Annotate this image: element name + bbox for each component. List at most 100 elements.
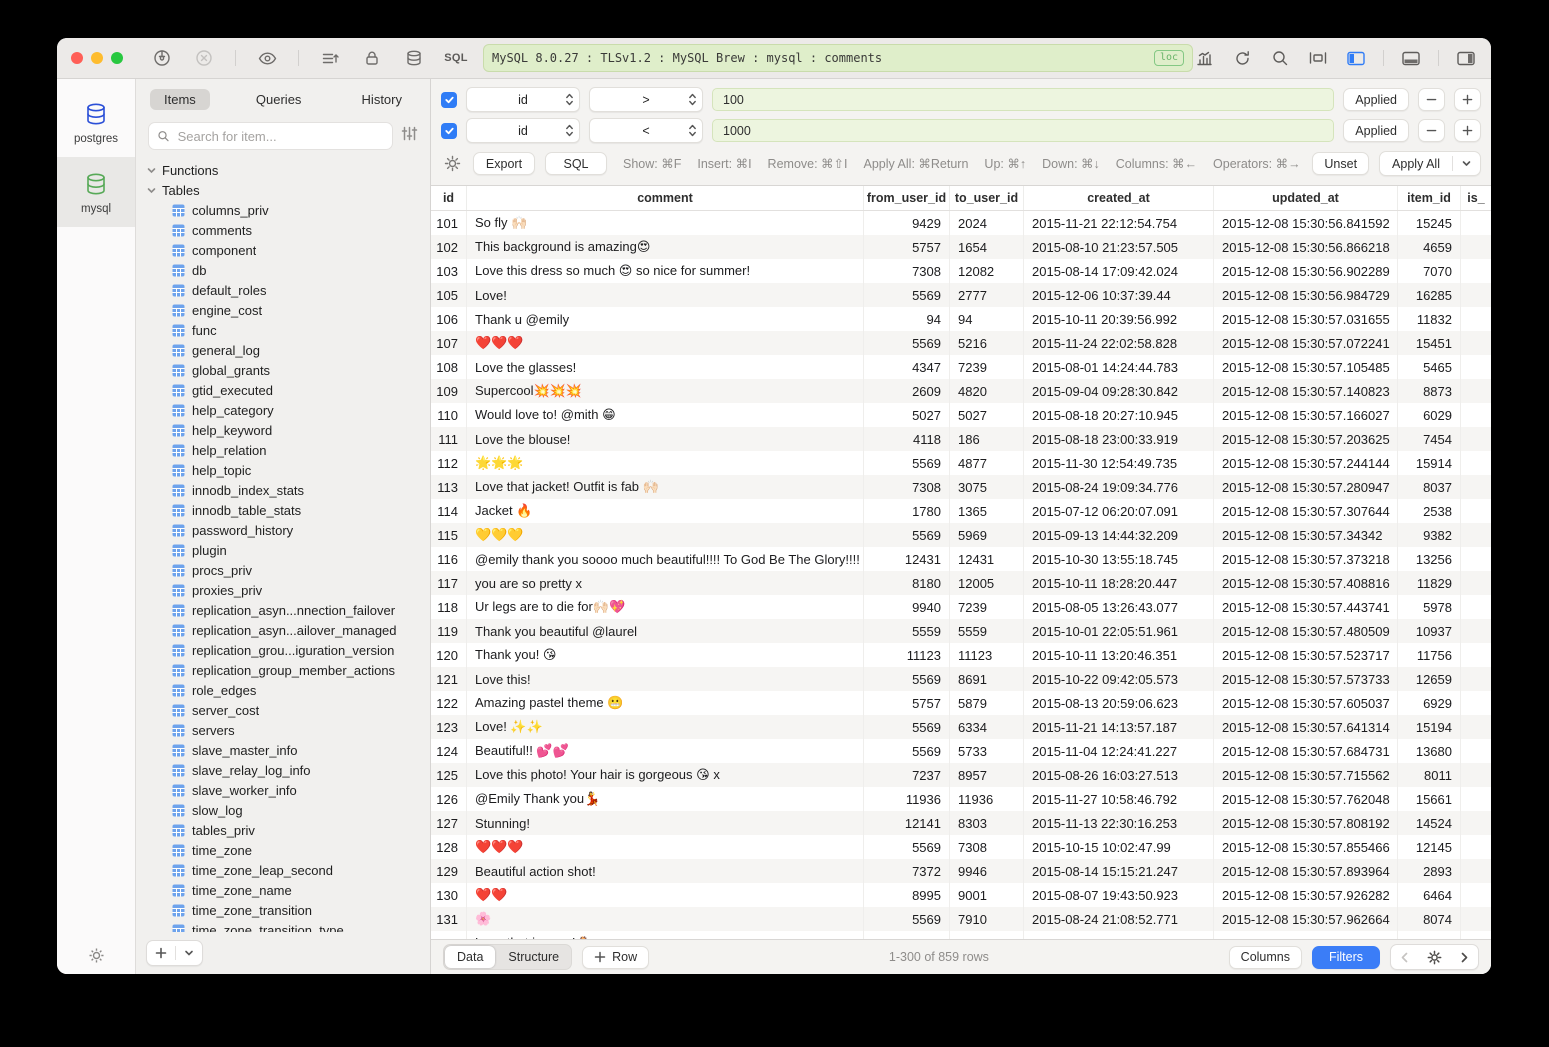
cell-updated_at[interactable]: 2015-12-08 15:30:56.841592 — [1214, 211, 1398, 235]
settings-gear-icon[interactable] — [57, 947, 135, 964]
table-row[interactable]: 108Love the glasses!434772392015-08-01 1… — [431, 355, 1491, 379]
cell-created_at[interactable]: 2015-08-24 19:09:34.776 — [1024, 475, 1214, 499]
table-row[interactable]: 131🌸556979102015-08-24 21:08:52.7712015-… — [431, 907, 1491, 931]
sidebar-table-tables_priv[interactable]: tables_priv — [146, 820, 430, 840]
sidebar-table-replication_asyn...ailover_managed[interactable]: replication_asyn...ailover_managed — [146, 620, 430, 640]
cell-comment[interactable]: So fly 🙌🏻 — [467, 211, 864, 235]
filters-button[interactable]: Filters — [1312, 946, 1380, 969]
cell-updated_at[interactable]: 2015-12-08 15:30:57.641314 — [1214, 715, 1398, 739]
cell-id[interactable]: 117 — [431, 571, 467, 595]
cell-from_user_id[interactable]: 5027 — [864, 403, 950, 427]
table-row[interactable]: 132Love that jumper! 🐎899541182015-10-24… — [431, 931, 1491, 939]
cell-item_id[interactable]: 5465 — [1398, 355, 1461, 379]
sidebar-table-replication_grou...iguration_version[interactable]: replication_grou...iguration_version — [146, 640, 430, 660]
table-row[interactable]: 113Love that jacket! Outfit is fab 🙌🏻730… — [431, 475, 1491, 499]
lock-icon[interactable] — [361, 47, 383, 69]
cell-to_user_id[interactable]: 5879 — [950, 691, 1024, 715]
page-settings-gear-icon[interactable] — [1418, 945, 1451, 969]
cell-id[interactable]: 113 — [431, 475, 467, 499]
cell-id[interactable]: 103 — [431, 259, 467, 283]
cell-id[interactable]: 130 — [431, 883, 467, 907]
sidebar-table-time_zone_transition_type[interactable]: time_zone_transition_type — [146, 920, 430, 932]
sidebar-table-comments[interactable]: comments — [146, 220, 430, 240]
cell-updated_at[interactable]: 2015-12-08 15:30:57.523717 — [1214, 643, 1398, 667]
cell-id[interactable]: 114 — [431, 499, 467, 523]
cell-created_at[interactable]: 2015-10-11 20:39:56.992 — [1024, 307, 1214, 331]
cell-from_user_id[interactable]: 5569 — [864, 667, 950, 691]
cell-comment[interactable]: @Emily Thank you💃 — [467, 787, 864, 811]
cell-to_user_id[interactable]: 2777 — [950, 283, 1024, 307]
cell-to_user_id[interactable]: 7239 — [950, 595, 1024, 619]
cell-from_user_id[interactable]: 5569 — [864, 739, 950, 763]
cell-updated_at[interactable]: 2015-12-08 15:30:57.34342 — [1214, 523, 1398, 547]
cell-created_at[interactable]: 2015-08-05 13:26:43.077 — [1024, 595, 1214, 619]
cell-is_[interactable] — [1461, 307, 1491, 331]
filter-sliders-icon[interactable] — [401, 126, 418, 146]
cell-to_user_id[interactable]: 5733 — [950, 739, 1024, 763]
sidebar-table-general_log[interactable]: general_log — [146, 340, 430, 360]
cell-is_[interactable] — [1461, 859, 1491, 883]
cell-from_user_id[interactable]: 11123 — [864, 643, 950, 667]
cell-is_[interactable] — [1461, 883, 1491, 907]
cell-id[interactable]: 121 — [431, 667, 467, 691]
cell-from_user_id[interactable]: 5757 — [864, 235, 950, 259]
table-row[interactable]: 116@emily thank you soooo much beautiful… — [431, 547, 1491, 571]
cell-updated_at[interactable]: 2015-12-08 15:30:56.866218 — [1214, 235, 1398, 259]
cell-to_user_id[interactable]: 8957 — [950, 763, 1024, 787]
close-button[interactable] — [71, 52, 83, 64]
table-row[interactable]: 112🌟🌟🌟556948772015-11-30 12:54:49.735201… — [431, 451, 1491, 475]
apply-all-button[interactable]: Apply All — [1379, 151, 1481, 176]
cell-id[interactable]: 119 — [431, 619, 467, 643]
cell-comment[interactable]: Love! ✨✨ — [467, 715, 864, 739]
cell-comment[interactable]: This background is amazing😍 — [467, 235, 864, 259]
cell-is_[interactable] — [1461, 595, 1491, 619]
cell-item_id[interactable]: 15451 — [1398, 331, 1461, 355]
cell-id[interactable]: 108 — [431, 355, 467, 379]
cell-updated_at[interactable]: 2015-12-08 15:30:57.715562 — [1214, 763, 1398, 787]
disconnect-icon[interactable] — [193, 47, 215, 69]
cell-is_[interactable] — [1461, 643, 1491, 667]
cell-updated_at[interactable]: 2015-12-08 15:30:56.984729 — [1214, 283, 1398, 307]
tab-structure[interactable]: Structure — [496, 946, 571, 968]
cell-id[interactable]: 101 — [431, 211, 467, 235]
filter-column-select[interactable]: id — [466, 87, 580, 112]
cell-comment[interactable]: Would love to! @mith 😁 — [467, 403, 864, 427]
cell-is_[interactable] — [1461, 739, 1491, 763]
filter-operator-select[interactable]: > — [589, 87, 703, 112]
cell-is_[interactable] — [1461, 715, 1491, 739]
sidebar-table-time_zone_name[interactable]: time_zone_name — [146, 880, 430, 900]
cell-comment[interactable]: @emily thank you soooo much beautiful!!!… — [467, 547, 864, 571]
table-row[interactable]: 117you are so pretty x8180120052015-10-1… — [431, 571, 1491, 595]
cell-comment[interactable]: Supercool💥💥💥 — [467, 379, 864, 403]
cell-from_user_id[interactable]: 12431 — [864, 547, 950, 571]
cell-is_[interactable] — [1461, 283, 1491, 307]
add-item-button[interactable] — [147, 941, 175, 965]
cell-to_user_id[interactable]: 11936 — [950, 787, 1024, 811]
cell-is_[interactable] — [1461, 619, 1491, 643]
table-row[interactable]: 115💛💛💛556959692015-09-13 14:44:32.209201… — [431, 523, 1491, 547]
table-row[interactable]: 103Love this dress so much 😍 so nice for… — [431, 259, 1491, 283]
cell-id[interactable]: 102 — [431, 235, 467, 259]
unset-button[interactable]: Unset — [1312, 152, 1369, 175]
cell-created_at[interactable]: 2015-08-18 20:27:10.945 — [1024, 403, 1214, 427]
cell-id[interactable]: 116 — [431, 547, 467, 571]
cell-item_id[interactable]: 12659 — [1398, 667, 1461, 691]
cell-comment[interactable]: Love this photo! Your hair is gorgeous 😘… — [467, 763, 864, 787]
cell-id[interactable]: 126 — [431, 787, 467, 811]
cell-to_user_id[interactable]: 9001 — [950, 883, 1024, 907]
cell-id[interactable]: 110 — [431, 403, 467, 427]
cell-comment[interactable]: Love this! — [467, 667, 864, 691]
sidebar-table-innodb_index_stats[interactable]: innodb_index_stats — [146, 480, 430, 500]
table-row[interactable]: 124Beautiful!! 💕💕556957332015-11-04 12:2… — [431, 739, 1491, 763]
panel-right-icon[interactable] — [1455, 47, 1477, 69]
cell-is_[interactable] — [1461, 691, 1491, 715]
cell-comment[interactable]: Beautiful!! 💕💕 — [467, 739, 864, 763]
cell-to_user_id[interactable]: 6334 — [950, 715, 1024, 739]
cell-updated_at[interactable]: 2015-12-08 15:30:57.307644 — [1214, 499, 1398, 523]
cell-is_[interactable] — [1461, 259, 1491, 283]
cell-updated_at[interactable]: 2015-12-08 15:30:56.902289 — [1214, 259, 1398, 283]
cell-comment[interactable]: Love this dress so much 😍 so nice for su… — [467, 259, 864, 283]
table-row[interactable]: 122Amazing pastel theme 😬575758792015-08… — [431, 691, 1491, 715]
filter-enabled-checkbox[interactable] — [441, 123, 457, 139]
cell-comment[interactable]: Love that jacket! Outfit is fab 🙌🏻 — [467, 475, 864, 499]
